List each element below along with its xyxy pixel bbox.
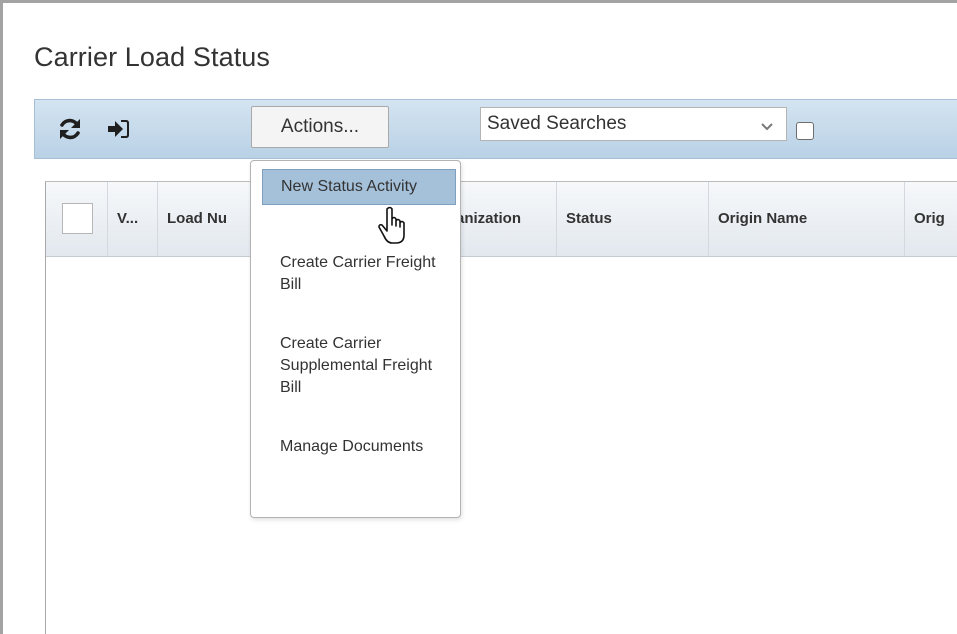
actions-menu: New Status Activity Create Carrier Freig… [250,160,461,518]
saved-searches-value: Saved Searches [487,113,627,134]
window-frame-top [0,0,957,3]
select-all-column [46,182,108,256]
chevron-down-icon [761,123,773,131]
column-header-v[interactable]: V... [108,182,158,256]
menu-item-new-status-activity[interactable]: New Status Activity [262,169,456,205]
toolbar-checkbox[interactable] [796,122,814,140]
actions-button[interactable]: Actions... [251,106,389,148]
results-grid: V... Load Nu anization Status Origin Nam… [45,181,957,634]
grid-header: V... Load Nu anization Status Origin Nam… [46,182,957,257]
saved-searches-select[interactable]: Saved Searches [480,107,787,141]
sign-in-arrow-icon[interactable] [105,116,131,142]
column-header-load-number[interactable]: Load Nu [158,182,254,256]
menu-item-create-carrier-supplemental-freight-bill[interactable]: Create Carrier Supplemental Freight Bill [262,327,456,405]
toolbar: Actions... Saved Searches [34,99,957,159]
window-frame-left [0,0,3,634]
menu-item-create-carrier-freight-bill[interactable]: Create Carrier Freight Bill [262,246,456,302]
refresh-icon[interactable] [57,116,83,142]
select-all-checkbox[interactable] [62,203,93,234]
page-title: Carrier Load Status [34,42,271,72]
column-header-status[interactable]: Status [557,182,709,256]
column-header-origin-name[interactable]: Origin Name [709,182,905,256]
column-header-origin[interactable]: Orig [905,182,957,256]
menu-item-manage-documents[interactable]: Manage Documents [262,430,456,464]
